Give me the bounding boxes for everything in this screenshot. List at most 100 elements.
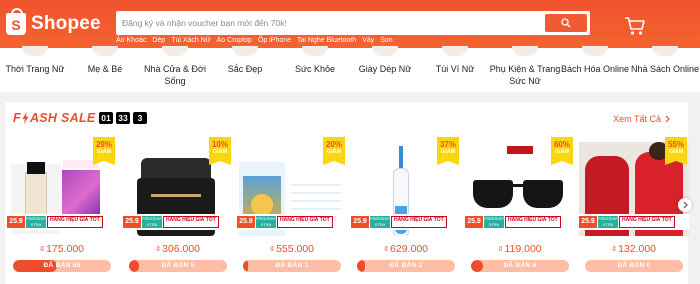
flash-sale-product[interactable]: 25.9 FREESHIP XTRA HÀNG HIỆU GIÁ TỐT 60% GIẢ… bbox=[465, 132, 575, 280]
product-price: ₫ 555.000 bbox=[237, 243, 347, 255]
promo-day: 25.9 bbox=[465, 216, 483, 228]
category-strip: Thời Trang Nữ Mẹ & Bé Nhà Cửa & Đời Sống Sắ… bbox=[0, 46, 700, 92]
freeship-tag: FREESHIP XTRA bbox=[26, 216, 47, 228]
discount-badge: 55% GIẢM bbox=[665, 137, 687, 165]
discount-badge: 10% GIẢM bbox=[209, 137, 231, 165]
currency-symbol: ₫ bbox=[498, 245, 503, 254]
promo-banner: 25.9 FREESHIP XTRA HÀNG HIỆU GIÁ TỐT bbox=[123, 214, 233, 230]
currency-symbol: ₫ bbox=[383, 245, 389, 254]
promo-banner: 25.9 FREESHIP XTRA HÀNG HIỆU GIÁ TỐT bbox=[465, 214, 575, 230]
discount-label: GIẢM bbox=[440, 149, 456, 155]
category-item[interactable]: Phụ Kiện & Trang Sức Nữ bbox=[490, 46, 560, 92]
sold-count: ĐÃ BÁN 5 bbox=[161, 262, 195, 269]
discount-badge: 37% GIẢM bbox=[437, 137, 459, 165]
category-item[interactable]: Bách Hóa Online bbox=[560, 46, 630, 92]
promo-banner: 25.9 FREESHIP XTRA HÀNG HIỆU GIÁ TỐT bbox=[351, 214, 461, 230]
promo-banner: 25.9 FREESHIP XTRA HÀNG HIỆU GIÁ TỐT bbox=[579, 214, 689, 230]
currency-symbol: ₫ bbox=[155, 245, 161, 254]
chevron-right-icon bbox=[683, 201, 688, 209]
discount-label: GIẢM bbox=[326, 149, 342, 155]
price-value: 629.000 bbox=[390, 243, 429, 255]
category-image bbox=[582, 46, 608, 56]
brand-tag: HÀNG HIỆU GIÁ TỐT bbox=[163, 216, 219, 228]
sold-count: ĐÃ BÁN 58 bbox=[43, 262, 81, 269]
category-image bbox=[512, 46, 538, 56]
carousel-next-button[interactable] bbox=[678, 198, 692, 212]
product-price: ₫ 629.000 bbox=[351, 243, 461, 255]
category-image bbox=[442, 46, 468, 56]
flash-sale-product[interactable]: 25.9 FREESHIP XTRA HÀNG HIỆU GIÁ TỐT 20% GIẢ… bbox=[237, 132, 347, 280]
logo-wordmark: Shopee bbox=[31, 13, 101, 34]
discount-percent: 20% bbox=[325, 140, 342, 149]
promo-day: 25.9 bbox=[579, 216, 597, 228]
trending-keyword[interactable]: Ốp iPhone bbox=[258, 37, 291, 47]
category-item[interactable]: Nhà Cửa & Đời Sống bbox=[140, 46, 210, 92]
category-image bbox=[652, 46, 678, 56]
timer-hours: 01 bbox=[99, 112, 113, 124]
timer-minutes: 33 bbox=[116, 112, 130, 124]
flash-sale-product[interactable]: 25.9 FREESHIP XTRA HÀNG HIỆU GIÁ TỐT 29% GIẢ… bbox=[7, 132, 117, 280]
freeship-tag: FREESHIP XTRA bbox=[598, 216, 619, 228]
sold-count: ĐÃ BÁN 6 bbox=[503, 262, 537, 269]
category-image bbox=[92, 46, 118, 56]
product-price: ₫ 132.000 bbox=[579, 243, 689, 255]
cart-icon[interactable] bbox=[624, 16, 646, 36]
trending-keyword[interactable]: Áo Khoác bbox=[116, 37, 146, 47]
brand-tag: HÀNG HIỆU GIÁ TỐT bbox=[619, 216, 675, 228]
category-item[interactable]: Nhà Sách Online bbox=[630, 46, 700, 92]
shopping-bag-icon: S bbox=[6, 8, 26, 35]
flash-sale-product[interactable]: 25.9 FREESHIP XTRA HÀNG HIỆU GIÁ TỐT 55% GIẢ… bbox=[579, 132, 689, 280]
sold-progress-bar: ĐÃ BÁN 5 bbox=[129, 260, 227, 272]
category-image bbox=[372, 46, 398, 56]
price-value: 306.000 bbox=[162, 243, 201, 255]
timer-seconds: 3 bbox=[133, 112, 147, 124]
countdown-timer: 01 33 3 bbox=[99, 112, 147, 124]
category-item[interactable]: Giày Dép Nữ bbox=[350, 46, 420, 92]
category-item[interactable]: Túi Ví Nữ bbox=[420, 46, 490, 92]
category-item[interactable]: Sức Khỏe bbox=[280, 46, 350, 92]
sold-progress-bar: ĐÃ BÁN 2 bbox=[357, 260, 455, 272]
search-button[interactable] bbox=[545, 14, 587, 32]
discount-percent: 37% bbox=[439, 140, 456, 149]
sold-count: ĐÃ BÁN 1 bbox=[275, 262, 309, 269]
category-item[interactable]: Thời Trang Nữ bbox=[0, 46, 70, 92]
product-price: ₫ 306.000 bbox=[123, 243, 233, 255]
product-price: ₫ 175.000 bbox=[7, 243, 117, 255]
freeship-tag: FREESHIP XTRA bbox=[370, 216, 391, 228]
freeship-tag: FREESHIP XTRA bbox=[256, 216, 277, 228]
promo-day: 25.9 bbox=[351, 216, 369, 228]
brand-tag: HÀNG HIỆU GIÁ TỐT bbox=[277, 216, 333, 228]
price-value: 175.000 bbox=[46, 243, 85, 255]
sold-progress-bar: ĐÃ BÁN 6 bbox=[471, 260, 569, 272]
header-bar: S Shopee Áo KhoácDépTúi Xách NữÁo Cropto… bbox=[0, 0, 700, 48]
shopee-logo[interactable]: S Shopee bbox=[6, 8, 101, 35]
discount-percent: 55% bbox=[667, 140, 684, 149]
product-price: ₫ 119.000 bbox=[465, 243, 575, 255]
discount-badge: 20% GIẢM bbox=[323, 137, 345, 165]
flash-sale-product[interactable]: 25.9 FREESHIP XTRA HÀNG HIỆU GIÁ TỐT 10% GIẢ… bbox=[123, 132, 233, 280]
price-value: 119.000 bbox=[504, 243, 542, 255]
sold-count: ĐÃ BÁN 0 bbox=[617, 262, 651, 269]
currency-symbol: ₫ bbox=[39, 245, 45, 254]
promo-day: 25.9 bbox=[123, 216, 141, 228]
price-value: 132.000 bbox=[618, 243, 657, 255]
promo-banner: 25.9 FREESHIP XTRA HÀNG HIỆU GIÁ TỐT bbox=[7, 214, 117, 230]
see-all-link[interactable]: Xem Tất Cả bbox=[613, 114, 670, 124]
category-image bbox=[302, 46, 328, 56]
promo-day: 25.9 bbox=[7, 216, 25, 228]
brand-tag: HÀNG HIỆU GIÁ TỐT bbox=[505, 216, 561, 228]
category-item[interactable]: Sắc Đẹp bbox=[210, 46, 280, 92]
category-image bbox=[232, 46, 258, 56]
brand-tag: HÀNG HIỆU GIÁ TỐT bbox=[47, 216, 103, 228]
search-input[interactable] bbox=[122, 15, 542, 31]
sold-count: ĐÃ BÁN 2 bbox=[389, 262, 423, 269]
promo-day: 25.9 bbox=[237, 216, 255, 228]
price-value: 555.000 bbox=[276, 243, 315, 255]
sold-progress-bar: ĐÃ BÁN 0 bbox=[585, 260, 683, 272]
flash-sale-product[interactable]: 25.9 FREESHIP XTRA HÀNG HIỆU GIÁ TỐT 37% GIẢ… bbox=[351, 132, 461, 280]
freeship-tag: FREESHIP XTRA bbox=[142, 216, 163, 228]
category-item[interactable]: Mẹ & Bé bbox=[70, 46, 140, 92]
freeship-tag: FREESHIP XTRA bbox=[484, 216, 505, 228]
discount-label: GIẢM bbox=[96, 149, 112, 155]
sold-progress-bar: ĐÃ BÁN 1 bbox=[243, 260, 341, 272]
